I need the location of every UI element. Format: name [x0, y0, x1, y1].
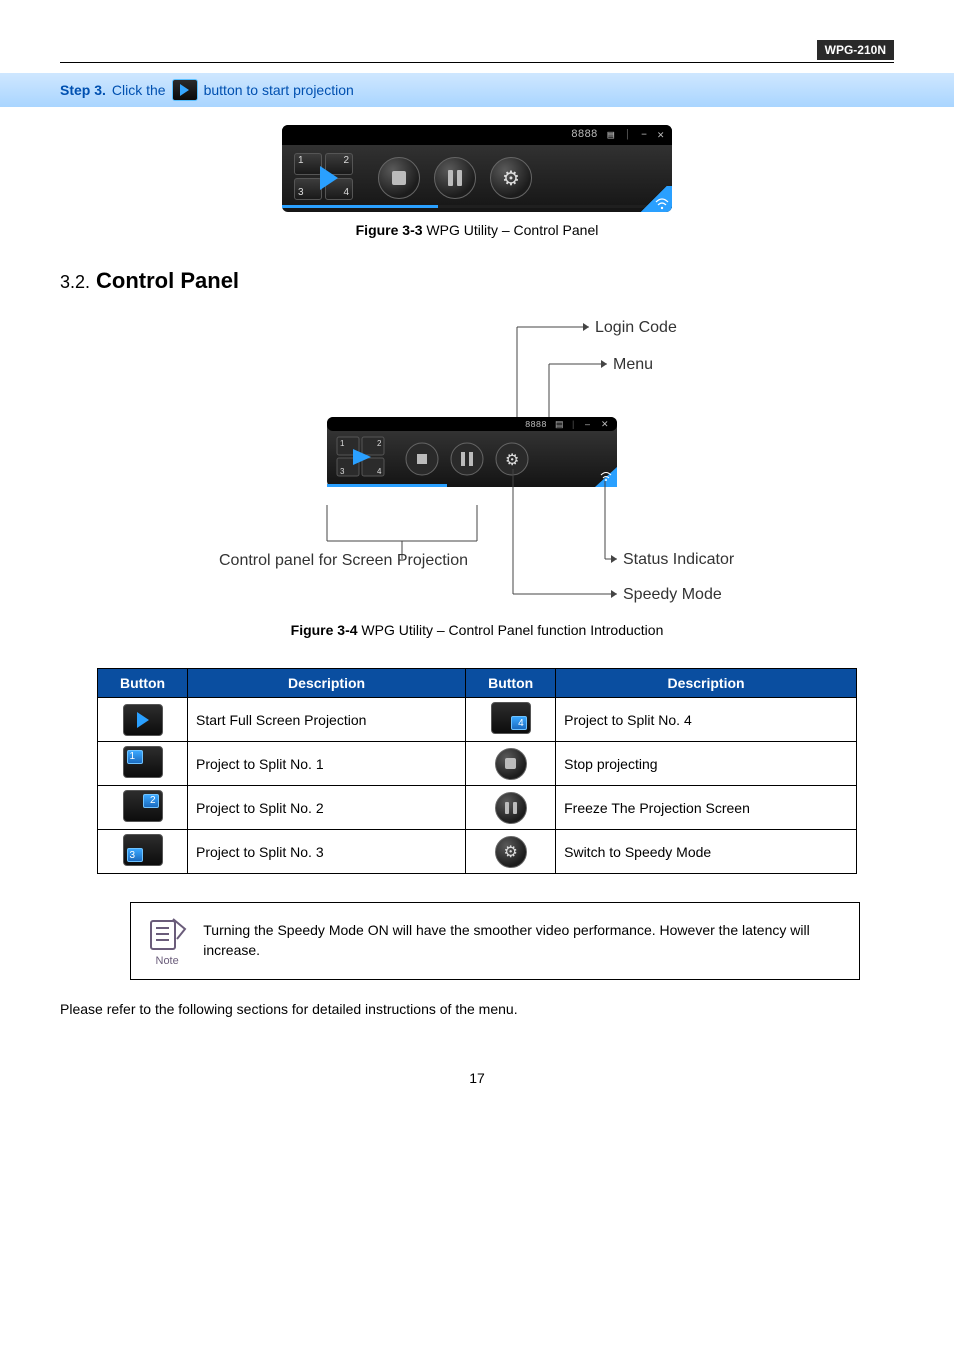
figure-3-4-caption: Figure 3-4 WPG Utility – Control Panel f… — [60, 622, 894, 638]
stop-icon — [495, 748, 527, 780]
label-status: Status Indicator — [623, 551, 735, 568]
table-row: 2 Project to Split No. 2 Freeze The Proj… — [98, 786, 857, 830]
desc-right-3: Switch to Speedy Mode — [556, 830, 857, 874]
desc-left-3: Project to Split No. 3 — [188, 830, 466, 874]
login-code-value: 8888 — [571, 129, 597, 141]
gear-icon: ⚙ — [502, 166, 520, 191]
page-number: 17 — [60, 1070, 894, 1086]
fig33-text: WPG Utility – Control Panel — [423, 222, 599, 238]
note-caption: Note — [156, 955, 179, 967]
button-description-table: Button Description Button Description St… — [97, 668, 857, 874]
panel-titlebar: 8888 ▤ | – ✕ — [282, 125, 672, 145]
fig34-label: Figure 3-4 — [291, 622, 358, 638]
split4-icon: 4 — [491, 702, 531, 734]
speedy-button[interactable]: ⚙ — [490, 157, 532, 199]
svg-text:|: | — [572, 419, 574, 429]
note-box: Note Turning the Speedy Mode ON will hav… — [130, 902, 860, 980]
svg-text:⚙: ⚙ — [505, 452, 519, 469]
stop-button[interactable] — [378, 157, 420, 199]
desc-right-1: Stop projecting — [556, 742, 857, 786]
desc-right-2: Freeze The Projection Screen — [556, 786, 857, 830]
svg-text:✕: ✕ — [601, 419, 609, 429]
step-text-before: Click the — [112, 82, 166, 98]
fig34-text: WPG Utility – Control Panel function Int… — [358, 622, 664, 638]
desc-left-1: Project to Split No. 1 — [188, 742, 466, 786]
pause-icon — [495, 792, 527, 824]
step-label: Step 3. — [60, 82, 106, 98]
th-desc-left: Description — [188, 669, 466, 698]
table-row: Start Full Screen Projection 4 Project t… — [98, 698, 857, 742]
label-speedy: Speedy Mode — [623, 586, 722, 603]
svg-text:4: 4 — [377, 467, 382, 476]
start-full-icon — [123, 704, 163, 736]
play-center-icon[interactable] — [320, 166, 338, 190]
desc-left-0: Start Full Screen Projection — [188, 698, 466, 742]
step-bar: Step 3. Click the button to start projec… — [0, 73, 954, 107]
annotated-diagram: Login Code Menu 8888 ▤ | – ✕ 1 2 3 4 ⚙ C… — [197, 309, 757, 612]
section-heading: 3.2. Control Panel — [60, 268, 894, 294]
label-menu: Menu — [613, 356, 653, 373]
desc-left-2: Project to Split No. 2 — [188, 786, 466, 830]
svg-text:▤: ▤ — [555, 419, 564, 429]
svg-text:1: 1 — [340, 439, 345, 448]
minimize-icon[interactable]: – — [641, 129, 648, 141]
control-panel-figure: 8888 ▤ | – ✕ 1 2 3 4 ⚙ — [282, 125, 672, 212]
label-login-code: Login Code — [595, 319, 677, 336]
speedy-icon: ⚙ — [495, 836, 527, 868]
figure-3-3-caption: Figure 3-3 WPG Utility – Control Panel — [60, 222, 894, 238]
grid-cell-3[interactable]: 3 — [294, 178, 322, 200]
section-title: Control Panel — [96, 268, 239, 293]
table-row: 1 Project to Split No. 1 Stop projecting — [98, 742, 857, 786]
panel-code: 8888 — [525, 420, 547, 430]
svg-text:–: – — [585, 419, 590, 429]
projection-grid[interactable]: 1 2 3 4 — [294, 153, 364, 203]
th-button-right: Button — [466, 669, 556, 698]
split3-icon: 3 — [123, 834, 163, 866]
wifi-status-icon — [638, 186, 672, 212]
note-text: Turning the Speedy Mode ON will have the… — [203, 921, 845, 960]
table-row: 3 Project to Split No. 3 ⚙ Switch to Spe… — [98, 830, 857, 874]
split1-icon: 1 — [123, 746, 163, 778]
separator: | — [624, 129, 631, 141]
split2-icon: 2 — [123, 790, 163, 822]
grid-cell-1[interactable]: 1 — [294, 153, 322, 175]
step-text-after: button to start projection — [204, 82, 354, 98]
play-icon — [172, 79, 198, 101]
section-number: 3.2. — [60, 272, 90, 292]
menu-icon[interactable]: ▤ — [608, 128, 615, 142]
label-control-panel: Control panel for Screen Projection — [219, 552, 468, 569]
svg-text:2: 2 — [377, 439, 382, 448]
model-tag: WPG-210N — [817, 40, 894, 60]
footer-text: Please refer to the following sections f… — [60, 1000, 894, 1020]
close-icon[interactable]: ✕ — [657, 128, 664, 142]
fig33-label: Figure 3-3 — [356, 222, 423, 238]
header-rule — [60, 62, 894, 63]
note-icon: Note — [145, 913, 189, 969]
pause-button[interactable] — [434, 157, 476, 199]
th-button-left: Button — [98, 669, 188, 698]
desc-right-0: Project to Split No. 4 — [556, 698, 857, 742]
svg-text:3: 3 — [340, 467, 345, 476]
panel-bottom-accent — [282, 205, 672, 208]
th-desc-right: Description — [556, 669, 857, 698]
